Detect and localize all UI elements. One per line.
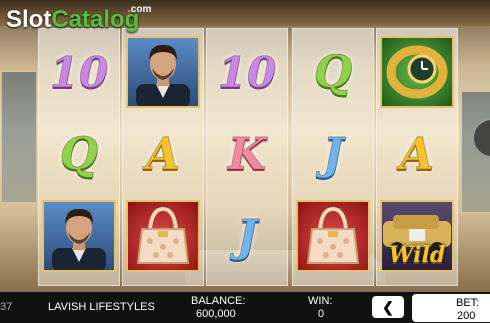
card-letter: 10 — [217, 47, 277, 97]
game-stage: 10 Q A 10 K J Q J A Wild — [0, 0, 490, 292]
card-letter: K — [227, 128, 267, 180]
game-name: LAVISH LIFESTYLES — [48, 301, 155, 313]
man-icon — [126, 36, 200, 108]
card-letter: Q — [313, 46, 353, 98]
left-cut-text: 37 — [0, 301, 13, 313]
win-label: WIN: — [308, 295, 333, 307]
reel-3: 10 K J — [206, 28, 288, 286]
card-letter: J — [236, 210, 258, 262]
symbol-card-A: A — [376, 114, 458, 194]
reel-2: A — [122, 28, 204, 286]
reel-1: 10 Q — [38, 28, 120, 286]
reel-4: QJ — [292, 28, 374, 286]
symbol-wild: Wild — [376, 196, 458, 276]
symbol-man — [122, 32, 204, 112]
background-window — [0, 70, 38, 204]
bag-icon — [296, 200, 370, 272]
symbol-card-J: J — [206, 196, 288, 276]
symbol-card-Q: Q — [292, 32, 374, 112]
bet-label: BET: — [456, 297, 480, 309]
slotcatalog-logo: SlotCatalog .com — [6, 4, 152, 33]
bet-box[interactable]: BET: 200 — [412, 294, 490, 322]
ring-icon — [380, 36, 454, 108]
bet-decrease-button[interactable]: ❮ — [372, 296, 404, 318]
symbol-bag — [122, 196, 204, 276]
card-letter: A — [399, 128, 435, 180]
symbol-card-10: 10 — [38, 32, 120, 112]
symbol-card-10: 10 — [206, 32, 288, 112]
wild-label: Wild — [388, 242, 446, 268]
balance-label: BALANCE: — [191, 295, 246, 307]
reel-5: A Wild — [376, 28, 458, 286]
symbol-card-Q: Q — [38, 114, 120, 194]
symbol-card-J: J — [292, 114, 374, 194]
bet-value: 200 — [457, 310, 476, 322]
symbol-card-K: K — [206, 114, 288, 194]
wild-icon: Wild — [380, 200, 454, 272]
card-letter: 10 — [49, 47, 109, 97]
symbol-man — [38, 196, 120, 276]
win-value: 0 — [318, 308, 325, 320]
balance-value: 600,000 — [196, 308, 236, 320]
symbol-card-A: A — [122, 114, 204, 194]
card-letter: J — [322, 128, 344, 180]
bag-icon — [126, 200, 200, 272]
symbol-bag — [292, 196, 374, 276]
symbol-ring — [376, 32, 458, 112]
card-letter: A — [145, 128, 181, 180]
card-letter: Q — [59, 128, 99, 180]
man-icon — [42, 200, 116, 272]
